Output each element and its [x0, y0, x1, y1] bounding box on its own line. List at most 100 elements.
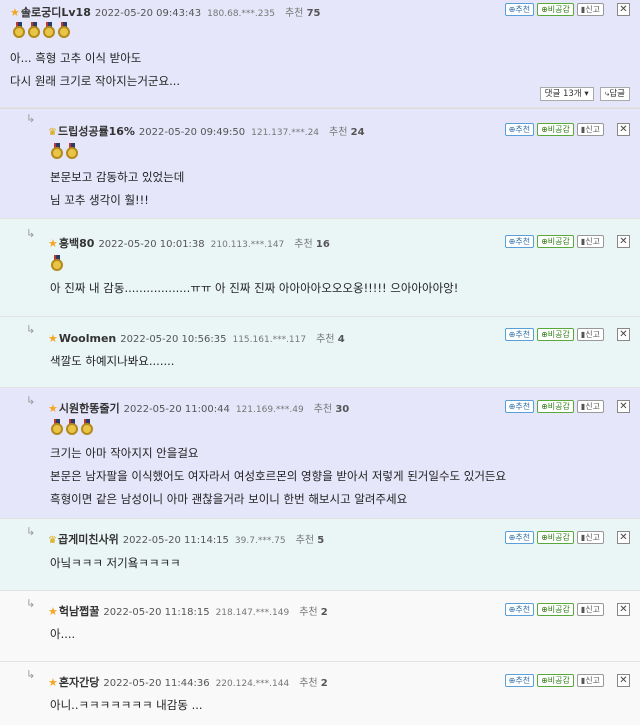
reply-arrow-icon: ↳ — [26, 597, 36, 610]
star-icon: ★ — [10, 6, 20, 19]
recommend-button[interactable]: ⊕추천 — [504, 235, 535, 248]
medal-icon — [65, 419, 79, 435]
comment-recommend-count: 추천 2 — [299, 678, 328, 689]
medal-icon — [50, 419, 64, 435]
reply-count-button[interactable]: 댓글 13개 ▾ — [539, 87, 594, 101]
star-icon: ★ — [48, 237, 58, 250]
close-icon[interactable]: ✕ — [617, 531, 630, 544]
comment-ip: 220.124.***.144 — [215, 679, 290, 689]
comment-header: ♛곱게미친사위 2022-05-20 11:14:15 39.7.***.75 추천 … — [48, 531, 324, 547]
medal-icon — [50, 143, 64, 159]
comment-date: 2022-05-20 11:18:15 — [103, 607, 210, 618]
recommend-button[interactable]: ⊕추천 — [504, 3, 535, 16]
crown-icon: ♛ — [48, 127, 57, 138]
medal-icon — [42, 22, 56, 38]
dislike-button[interactable]: ⊕비공감 — [537, 603, 574, 616]
comment-nickname[interactable]: 흥백80 — [59, 237, 95, 250]
close-icon[interactable]: ✕ — [617, 123, 630, 136]
reply-indent: ↳ — [26, 219, 40, 316]
comment-header: ★시원한똥줄기 2022-05-20 11:00:44 121.169.***.49… — [48, 400, 349, 416]
comment-body: 아니..ㅋㅋㅋㅋㅋㅋㅋ 내감동 ... — [50, 698, 203, 712]
comment-ip: 39.7.***.75 — [234, 536, 286, 546]
medal-icon — [65, 143, 79, 159]
comment-actions: ⊕추천 ⊕비공감 ▮신고 — [502, 235, 604, 249]
dislike-button[interactable]: ⊕비공감 — [537, 235, 574, 248]
medal-icon — [50, 255, 64, 271]
comment-recommend-count: 추천 5 — [295, 535, 325, 546]
close-icon[interactable]: ✕ — [617, 400, 630, 413]
reply-indent: ↳ — [26, 519, 40, 590]
recommend-button[interactable]: ⊕추천 — [504, 123, 535, 136]
report-button[interactable]: ▮신고 — [576, 328, 604, 341]
recommend-button[interactable]: ⊕추천 — [504, 674, 535, 687]
dislike-button[interactable]: ⊕비공감 — [537, 123, 574, 136]
reply-indent: ↳ — [26, 591, 40, 661]
comment-1: ↳ ♛드립성공률16% 2022-05-20 09:49:50 121.137.**… — [0, 108, 640, 219]
reply-arrow-icon: ↳ — [26, 227, 36, 240]
report-button[interactable]: ▮신고 — [576, 400, 604, 413]
dislike-button[interactable]: ⊕비공감 — [537, 328, 574, 341]
recommend-button[interactable]: ⊕추천 — [504, 531, 535, 544]
comment-nickname[interactable]: 헉남쩝꿀 — [59, 605, 99, 618]
medal-icon — [57, 22, 71, 38]
reply-arrow-icon: ↳ — [26, 112, 36, 125]
reply-indent: ↳ — [26, 388, 40, 518]
medal-icon — [80, 419, 94, 435]
comment-nickname[interactable]: 혼자간당 — [59, 676, 99, 689]
medal-list — [12, 22, 72, 38]
comment-date: 2022-05-20 09:43:43 — [94, 8, 202, 19]
report-button[interactable]: ▮신고 — [576, 3, 604, 16]
report-button[interactable]: ▮신고 — [576, 603, 604, 616]
comment-actions: ⊕추천 ⊕비공감 ▮신고 — [502, 3, 604, 17]
reply-arrow-icon: ↳ — [26, 668, 36, 681]
comment-date: 2022-05-20 09:49:50 — [138, 127, 246, 138]
comment-nickname[interactable]: 드립성공률16% — [58, 125, 135, 138]
comment-nickname[interactable]: 곱게미친사위 — [58, 533, 119, 546]
close-icon[interactable]: ✕ — [617, 235, 630, 248]
comment-body: 아 진짜 내 감동..................ㅠㅠ 아 진짜 진짜 아아… — [50, 281, 459, 295]
dislike-button[interactable]: ⊕비공감 — [537, 3, 574, 16]
comment-actions: ⊕추천 ⊕비공감 ▮신고 — [502, 531, 604, 545]
reply-arrow-icon: ↳ — [26, 394, 36, 407]
comment-header: ★솔로궁디Lv18 2022-05-20 09:43:43 180.68.***.2… — [10, 4, 320, 20]
comment-recommend-count: 추천 24 — [329, 127, 365, 138]
comment-recommend-count: 추천 4 — [316, 334, 345, 345]
comment-actions: ⊕추천 ⊕비공감 ▮신고 — [502, 400, 604, 414]
comment-nickname[interactable]: Woolmen — [59, 332, 116, 345]
comment-nickname[interactable]: 시원한똥줄기 — [59, 402, 120, 415]
recommend-button[interactable]: ⊕추천 — [504, 328, 535, 341]
comment-date: 2022-05-20 10:01:38 — [98, 239, 205, 250]
comment-ip: 218.147.***.149 — [215, 608, 290, 618]
comment-4: ↳ ★시원한똥줄기 2022-05-20 11:00:44 121.169.***.… — [0, 388, 640, 519]
dislike-button[interactable]: ⊕비공감 — [537, 400, 574, 413]
star-icon: ★ — [48, 332, 58, 345]
comment-body: 본문보고 감동하고 있었는데 님 꼬추 생각이 훨!!! — [50, 170, 185, 207]
report-button[interactable]: ▮신고 — [576, 674, 604, 687]
medal-list — [50, 419, 95, 435]
close-icon[interactable]: ✕ — [617, 603, 630, 616]
dislike-button[interactable]: ⊕비공감 — [537, 674, 574, 687]
comment-ip: 121.137.***.24 — [251, 128, 320, 138]
comment-0: ★솔로궁디Lv18 2022-05-20 09:43:43 180.68.***.2… — [0, 0, 640, 108]
comment-header: ★흥백80 2022-05-20 10:01:38 210.113.***.147 추… — [48, 235, 330, 251]
recommend-button[interactable]: ⊕추천 — [504, 400, 535, 413]
close-icon[interactable]: ✕ — [617, 674, 630, 687]
report-button[interactable]: ▮신고 — [576, 235, 604, 248]
close-icon[interactable]: ✕ — [617, 328, 630, 341]
dislike-button[interactable]: ⊕비공감 — [537, 531, 574, 544]
close-icon[interactable]: ✕ — [617, 3, 630, 16]
medal-list — [50, 143, 80, 159]
report-button[interactable]: ▮신고 — [576, 123, 604, 136]
report-button[interactable]: ▮신고 — [576, 531, 604, 544]
reply-arrow-icon: ↳ — [26, 323, 36, 336]
recommend-button[interactable]: ⊕추천 — [504, 603, 535, 616]
reply-write-button[interactable]: ⤷답글 — [599, 87, 630, 101]
comment-7: ↳ ★혼자간당 2022-05-20 11:44:36 220.124.***.14… — [0, 662, 640, 725]
crown-icon: ♛ — [48, 535, 57, 546]
comment-ip: 115.161.***.117 — [232, 335, 307, 345]
comment-body: 크기는 아마 작아지지 안을걸요 본문은 남자팔을 이식했어도 여자라서 여성호… — [50, 446, 507, 506]
comment-date: 2022-05-20 11:14:15 — [122, 535, 229, 546]
comment-nickname[interactable]: 솔로궁디Lv18 — [21, 6, 91, 19]
comment-recommend-count: 추천 30 — [313, 404, 350, 415]
comment-6: ↳ ★헉남쩝꿀 2022-05-20 11:18:15 218.147.***.14… — [0, 591, 640, 662]
